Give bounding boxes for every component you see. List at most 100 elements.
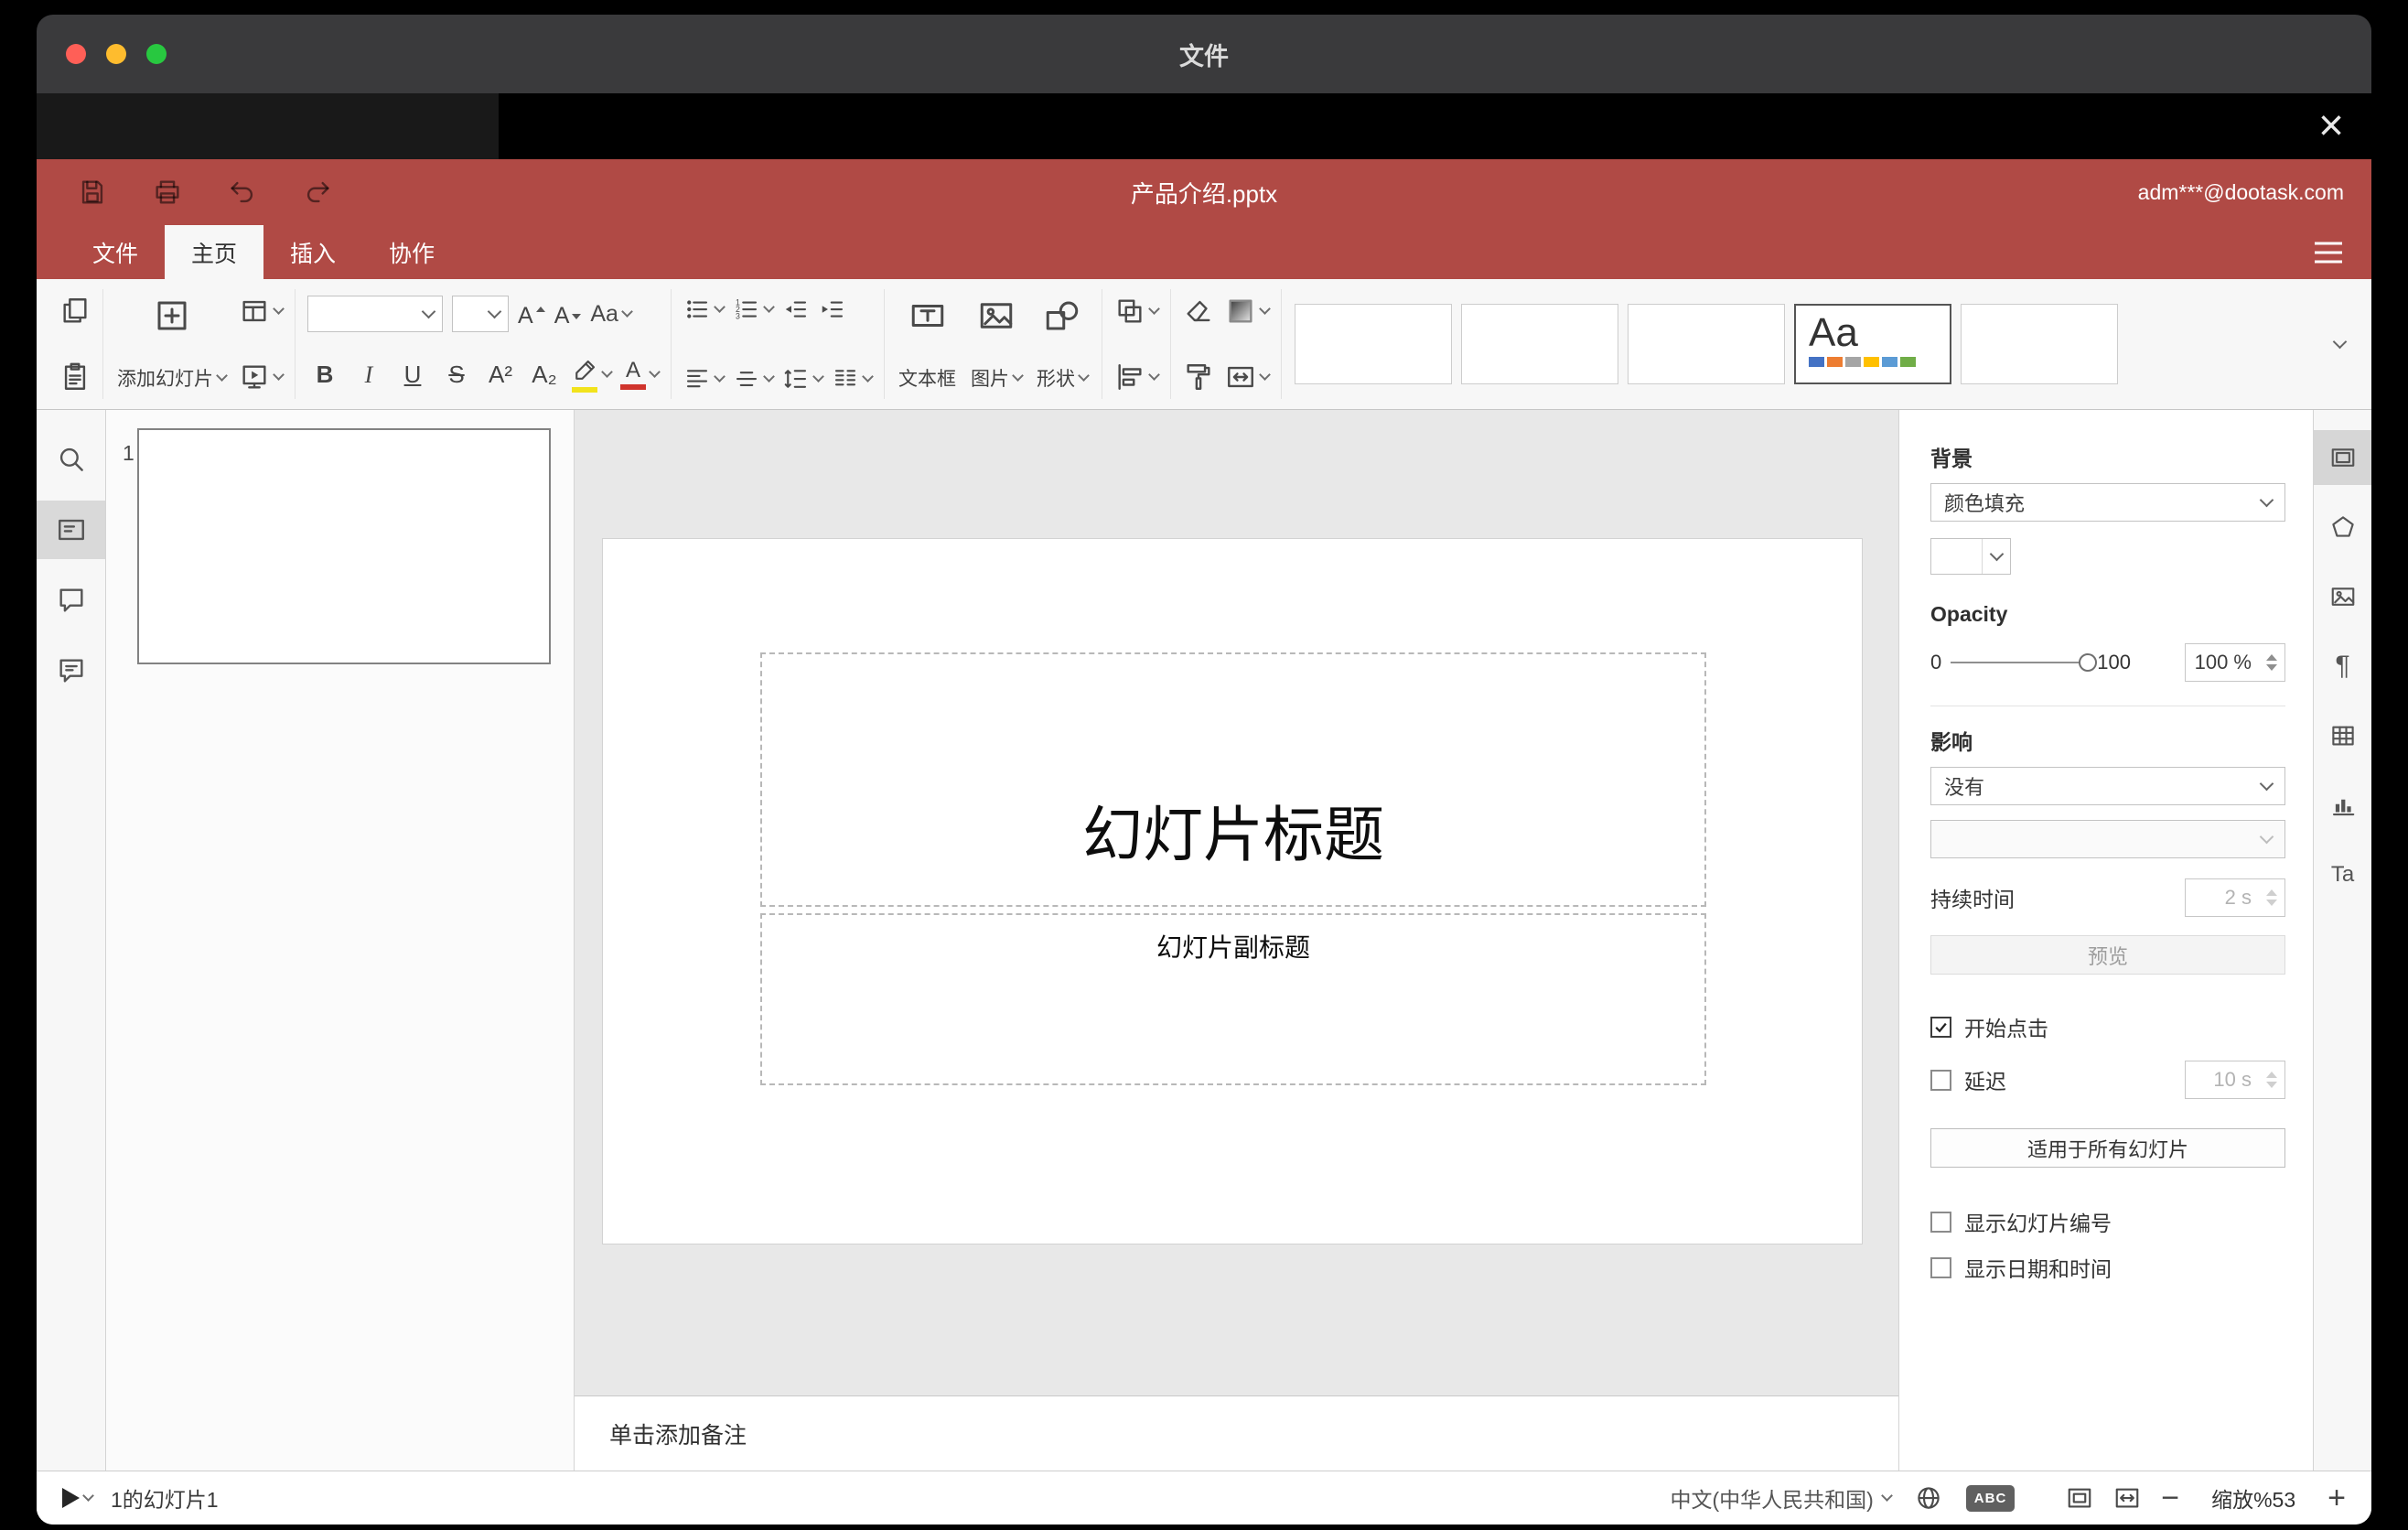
vertical-align-button[interactable] [733,365,775,393]
delay-checkbox[interactable] [1930,1069,1951,1091]
show-slide-number-checkbox[interactable] [1930,1211,1951,1233]
textart-settings-tab[interactable]: Ta [2314,847,2371,902]
font-color-button[interactable]: A [620,360,661,390]
slide-settings-tab[interactable] [2314,430,2371,485]
decrease-indent-button[interactable] [782,296,810,323]
slide-subtitle-placeholder[interactable]: 幻灯片副标题 [760,913,1706,1085]
preview-button[interactable]: 预览 [1930,935,2285,975]
stepper-icon[interactable] [2259,644,2284,681]
line-spacing-button[interactable] [782,365,824,393]
show-datetime-checkbox[interactable] [1930,1256,1951,1278]
font-size-combobox[interactable] [452,296,509,332]
theme-option-selected[interactable]: Aa [1794,304,1951,384]
document-language-button[interactable] [1915,1484,1942,1512]
theme-option-5[interactable] [1961,304,2118,384]
font-name-combobox[interactable] [307,296,443,332]
stepper-icon[interactable] [2259,1061,2284,1098]
opacity-slider-knob[interactable] [2079,653,2098,672]
menu-hamburger-button[interactable] [2315,242,2342,263]
increase-indent-button[interactable] [819,296,846,323]
table-settings-tab[interactable] [2314,708,2371,763]
slide-title-placeholder[interactable]: 幻灯片标题 [760,652,1706,907]
search-icon [59,447,83,471]
align-shape-button[interactable] [1114,361,1160,393]
zoom-window-button[interactable] [146,44,167,64]
theme-option-1[interactable] [1295,304,1452,384]
tab-file[interactable]: 文件 [66,225,165,279]
slide[interactable]: 幻灯片标题 幻灯片副标题 [602,538,1863,1244]
insert-textbox-button[interactable]: 文本框 [897,293,958,395]
background-color-picker[interactable] [1930,538,2011,575]
tab-home[interactable]: 主页 [165,225,264,279]
language-selector[interactable]: 中文(中华人民共和国) [1670,1482,1893,1514]
slides-panel-button[interactable] [37,501,105,559]
duration-input[interactable]: 2 s [2185,878,2285,917]
copy-style-button[interactable] [1183,361,1214,393]
undo-button[interactable] [227,177,258,208]
tab-insert[interactable]: 插入 [263,225,362,279]
numbered-list-button[interactable]: 123 [733,296,775,323]
insert-shape-button[interactable]: 形状 [1035,293,1090,395]
copy-button[interactable] [59,296,91,327]
italic-button[interactable]: I [351,361,386,389]
notes-area[interactable]: 单击添加备注 [575,1395,1898,1471]
insert-image-button[interactable]: 图片 [969,293,1024,395]
tab-collaboration[interactable]: 协作 [362,225,461,279]
horizontal-align-button[interactable] [683,365,726,393]
minimize-window-button[interactable] [106,44,126,64]
zoom-out-button[interactable]: − [2161,1482,2179,1514]
paragraph-settings-tab[interactable]: ¶ [2314,639,2371,694]
start-slideshow-toolbar-button[interactable] [239,361,285,393]
add-slide-button[interactable]: 添加幻灯片 [115,293,228,395]
apply-to-all-slides-button[interactable]: 适用于所有幻灯片 [1930,1128,2285,1168]
chat-button[interactable] [37,641,105,700]
clear-style-button[interactable] [1183,296,1214,327]
theme-option-2[interactable] [1461,304,1618,384]
image-settings-tab[interactable] [2314,569,2371,624]
paste-button[interactable] [59,361,91,393]
theme-option-3[interactable] [1628,304,1785,384]
opacity-slider[interactable] [1951,652,2098,673]
comments-button[interactable] [37,571,105,630]
slide-layout-button[interactable] [239,296,285,327]
slide-size-button[interactable] [1225,361,1271,393]
increase-font-size-button[interactable]: A [518,301,545,328]
theme-gallery-expand-button[interactable] [2318,334,2360,350]
bullet-list-button[interactable] [683,296,726,323]
delay-input[interactable]: 10 s [2185,1061,2285,1099]
chart-settings-tab[interactable] [2314,778,2371,833]
strikethrough-button[interactable]: S [439,361,474,389]
redo-button[interactable] [302,177,333,208]
stepper-icon[interactable] [2259,879,2284,916]
fit-to-width-button[interactable] [2113,1484,2141,1512]
search-button[interactable] [37,430,105,489]
background-fill-select[interactable]: 颜色填充 [1930,483,2285,522]
print-button[interactable] [152,177,183,208]
effect-variant-select[interactable] [1930,820,2285,858]
bold-button[interactable]: B [307,361,342,389]
opacity-input[interactable]: 100 % [2185,643,2285,682]
effect-select[interactable]: 没有 [1930,767,2285,805]
fit-to-slide-button[interactable] [2066,1484,2093,1512]
shape-settings-tab[interactable] [2314,500,2371,555]
right-icon-strip: ¶ Ta [2313,410,2371,1471]
shade-fill-button[interactable] [1225,296,1271,327]
zoom-in-button[interactable]: + [2327,1482,2346,1514]
highlight-color-button[interactable] [571,357,613,393]
arrange-shape-button[interactable] [1114,296,1160,327]
columns-button[interactable] [832,365,874,393]
underline-button[interactable]: U [395,361,430,389]
start-slideshow-button[interactable] [62,1488,94,1508]
slide-canvas[interactable]: 幻灯片标题 幻灯片副标题 [575,410,1898,1395]
close-window-button[interactable] [66,44,86,64]
start-on-click-checkbox[interactable] [1930,1016,1951,1038]
close-dialog-button[interactable]: × [2318,104,2344,148]
chevron-down-icon [1259,302,1271,315]
superscript-button[interactable]: A² [483,361,518,389]
spellcheck-button[interactable]: ABC [1965,1484,2016,1512]
subscript-button[interactable]: A₂ [527,361,562,389]
change-case-button[interactable]: Aa [590,301,633,328]
decrease-font-size-button[interactable]: A [554,301,582,328]
save-button[interactable] [77,177,108,208]
slide-thumbnail[interactable] [137,428,551,664]
